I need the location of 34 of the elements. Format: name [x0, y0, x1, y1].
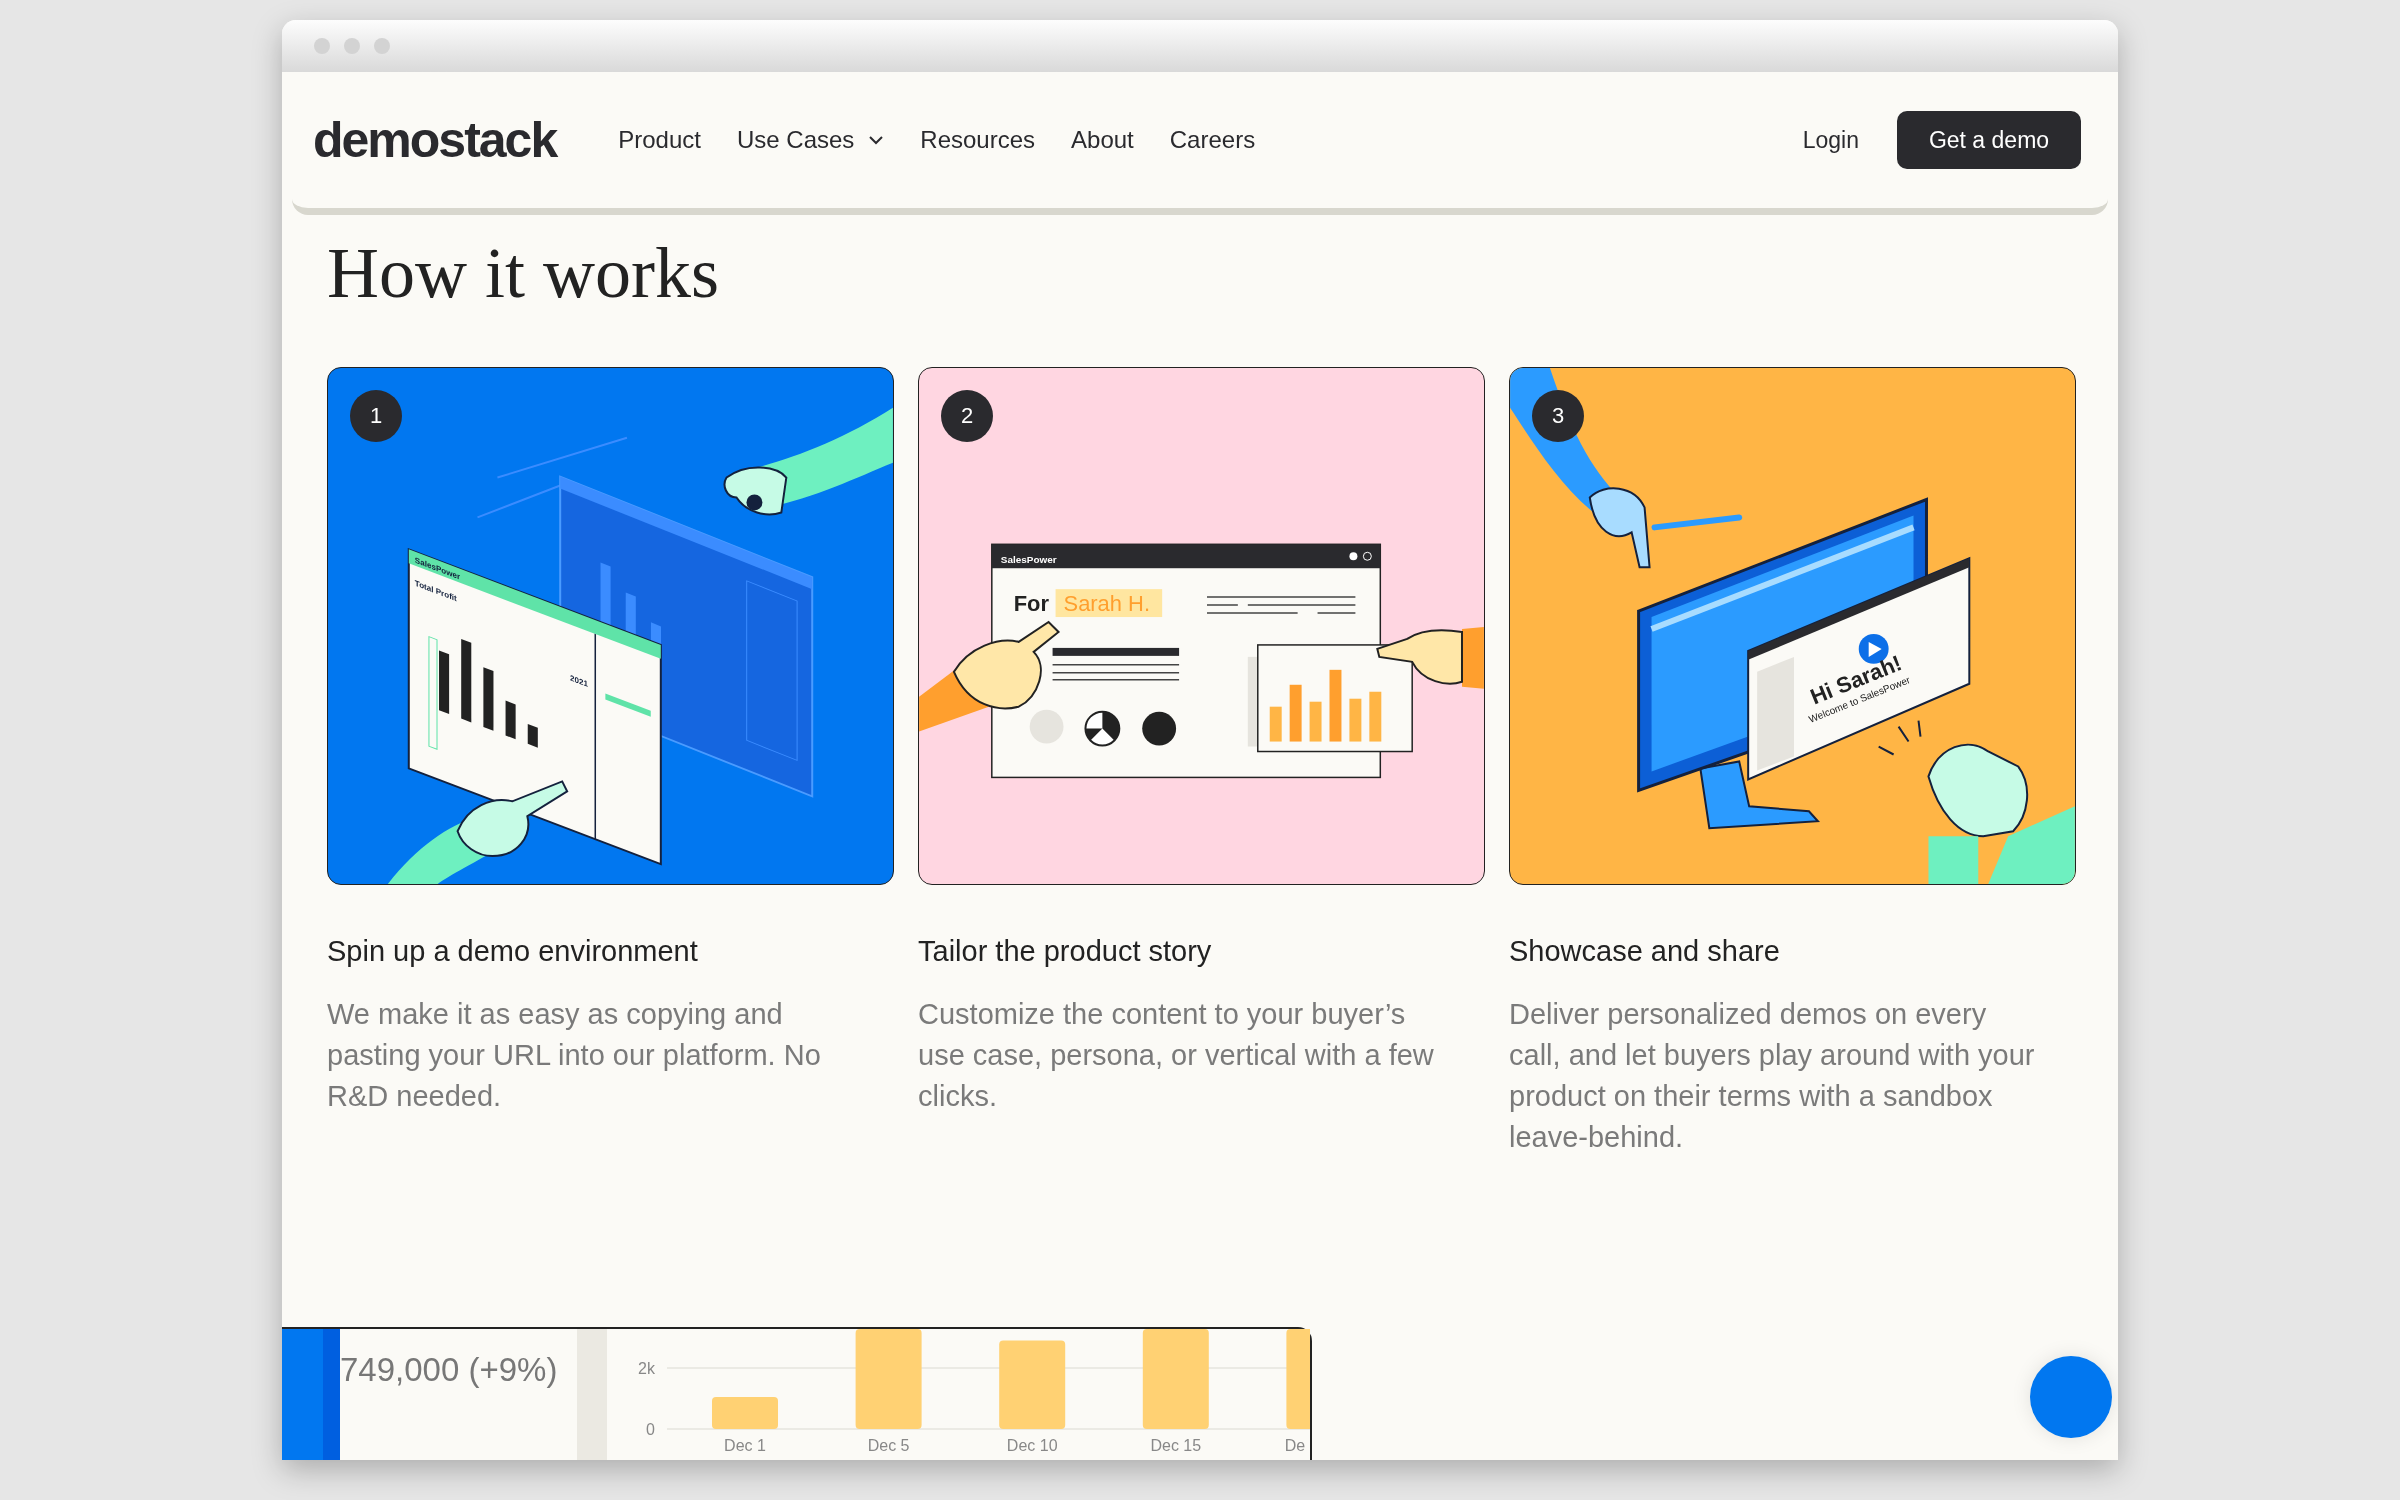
step-title: Tailor the product story — [918, 935, 1213, 968]
pen-icon — [1651, 514, 1743, 531]
axis-label: Dec 10 — [1006, 1437, 1058, 1454]
axis-label: 2k — [638, 1360, 655, 1377]
axis-label: Dec 5 — [867, 1437, 910, 1454]
axis-label: Dec 1 — [724, 1437, 766, 1454]
step-description: We make it as easy as copying and pasting your URL into our platform. No R&D needed. — [327, 997, 822, 1114]
get-demo-button[interactable]: Get a demo — [1897, 111, 2081, 169]
section-heading: How it works — [327, 237, 720, 309]
window-control-icon[interactable] — [314, 38, 330, 54]
step-title: Spin up a demo environment — [327, 935, 699, 968]
window-control-icon[interactable] — [344, 38, 360, 54]
step-title: Showcase and share — [1509, 935, 1781, 968]
app-name: SalesPower — [1000, 554, 1057, 566]
recipient-name: Sarah H. — [1063, 591, 1150, 617]
nav-link[interactable]: About — [1071, 126, 1134, 154]
nav-link[interactable]: Use Cases — [736, 126, 885, 154]
nav-link[interactable]: Product — [618, 126, 701, 154]
personalization-label: For — [1013, 591, 1049, 617]
motion-lines-icon — [1877, 719, 1922, 756]
nav-link[interactable]: Careers — [1169, 126, 1256, 154]
axis-label: De — [1284, 1437, 1306, 1454]
axis-label: Dec 15 — [1150, 1437, 1202, 1454]
chevron-down-icon — [868, 135, 885, 145]
step-number: 1 — [350, 390, 402, 442]
axis-label: 0 — [646, 1421, 655, 1438]
window-control-icon[interactable] — [374, 38, 390, 54]
revenue-amount: 749,000 (+9%) — [340, 1351, 558, 1388]
nav-link[interactable]: Resources — [920, 126, 1036, 154]
step-number: 2 — [941, 390, 993, 442]
step-description: Customize the content to your buyer’s use case, persona, or vertical with a few clicks. — [918, 997, 1435, 1114]
step-description: Deliver personalized demos on every call, and let buyers play around with your product on their terms with a sandbox leave-behind. — [1509, 997, 2036, 1155]
login-link[interactable]: Login — [1802, 126, 1859, 154]
logo[interactable]: demostack — [313, 111, 557, 169]
